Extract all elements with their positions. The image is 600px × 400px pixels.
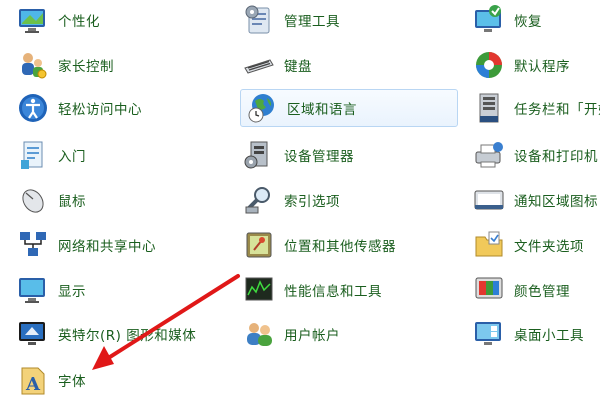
item-label: 任务栏和「开始 bbox=[514, 102, 600, 118]
item-admin-tools[interactable]: 管理工具 bbox=[226, 1, 456, 39]
taskbar-start-icon bbox=[479, 93, 499, 123]
item-folder-options[interactable]: 文件夹选项 bbox=[456, 226, 600, 264]
color-management-icon bbox=[475, 277, 503, 299]
item-region-language[interactable]: 区域和语言 bbox=[240, 89, 458, 127]
personalization-icon bbox=[19, 9, 45, 33]
getting-started-icon bbox=[21, 141, 43, 169]
item-label: 英特尔(R) 图形和媒体 bbox=[58, 328, 197, 344]
indexing-options-icon bbox=[245, 187, 270, 214]
item-user-accounts[interactable]: 用户帐户 bbox=[226, 315, 456, 353]
folder-options-icon bbox=[475, 231, 503, 257]
intel-graphics-icon bbox=[19, 322, 45, 345]
item-ease-of-access[interactable]: 轻松访问中心 bbox=[0, 89, 226, 127]
item-label: 设备和打印机 bbox=[514, 149, 598, 165]
item-default-programs[interactable]: 默认程序 bbox=[456, 46, 600, 84]
item-label: 用户帐户 bbox=[284, 328, 340, 344]
item-label: 鼠标 bbox=[58, 194, 86, 210]
item-location-sensors[interactable]: 位置和其他传感器 bbox=[226, 226, 456, 264]
item-label: 设备管理器 bbox=[284, 149, 354, 165]
item-fonts[interactable]: A 字体 bbox=[0, 361, 226, 399]
item-notification-area[interactable]: 通知区域图标 bbox=[456, 181, 600, 219]
item-label: 性能信息和工具 bbox=[284, 284, 382, 300]
item-label: 文件夹选项 bbox=[514, 239, 584, 255]
network-sharing-icon bbox=[20, 232, 46, 256]
devices-printers-icon bbox=[475, 142, 503, 168]
location-sensors-icon bbox=[246, 232, 272, 258]
fonts-icon: A bbox=[21, 367, 45, 395]
item-label: 入门 bbox=[58, 149, 86, 165]
item-label: 颜色管理 bbox=[514, 284, 570, 300]
item-label: 管理工具 bbox=[284, 14, 340, 30]
item-label: 字体 bbox=[58, 374, 86, 390]
notification-area-icon bbox=[474, 190, 504, 210]
item-color-management[interactable]: 颜色管理 bbox=[456, 271, 600, 309]
item-label: 恢复 bbox=[514, 14, 542, 30]
item-indexing-options[interactable]: 索引选项 bbox=[226, 181, 456, 219]
mouse-icon bbox=[22, 189, 44, 213]
parental-controls-icon bbox=[22, 53, 47, 79]
item-display[interactable]: 显示 bbox=[0, 271, 226, 309]
item-mouse[interactable]: 鼠标 bbox=[0, 181, 226, 219]
svg-text:A: A bbox=[25, 374, 41, 395]
desktop-gadgets-icon bbox=[475, 322, 501, 345]
item-intel-graphics[interactable]: 英特尔(R) 图形和媒体 bbox=[0, 315, 226, 353]
keyboard-icon bbox=[244, 59, 274, 74]
item-keyboard[interactable]: 键盘 bbox=[226, 46, 456, 84]
item-label: 家长控制 bbox=[58, 59, 114, 75]
item-label: 网络和共享中心 bbox=[58, 239, 156, 255]
item-label: 通知区域图标 bbox=[514, 194, 598, 210]
item-getting-started[interactable]: 入门 bbox=[0, 136, 226, 174]
admin-tools-icon bbox=[245, 5, 270, 34]
item-label: 区域和语言 bbox=[287, 102, 357, 118]
item-personalization[interactable]: 个性化 bbox=[0, 1, 226, 39]
default-programs-icon bbox=[476, 52, 502, 78]
performance-icon bbox=[245, 277, 273, 301]
item-label: 位置和其他传感器 bbox=[284, 239, 396, 255]
region-language-icon bbox=[248, 94, 274, 123]
item-label: 默认程序 bbox=[514, 59, 570, 75]
device-manager-icon bbox=[244, 141, 268, 169]
control-panel-grid: 个性化 管理工具 恢复 家长控制 键盘 默认程序 轻松访问中心 区域和语言 任务… bbox=[0, 0, 600, 400]
item-label: 索引选项 bbox=[284, 194, 340, 210]
display-icon bbox=[19, 278, 45, 303]
recovery-icon bbox=[475, 5, 501, 32]
ease-of-access-icon bbox=[19, 94, 47, 122]
item-parental-controls[interactable]: 家长控制 bbox=[0, 46, 226, 84]
item-devices-printers[interactable]: 设备和打印机 bbox=[456, 136, 600, 174]
user-accounts-icon bbox=[247, 323, 272, 346]
item-label: 键盘 bbox=[284, 59, 312, 75]
item-label: 个性化 bbox=[58, 14, 100, 30]
item-performance[interactable]: 性能信息和工具 bbox=[226, 271, 456, 309]
item-desktop-gadgets[interactable]: 桌面小工具 bbox=[456, 315, 600, 353]
item-label: 桌面小工具 bbox=[514, 328, 584, 344]
item-network-sharing[interactable]: 网络和共享中心 bbox=[0, 226, 226, 264]
item-device-manager[interactable]: 设备管理器 bbox=[226, 136, 456, 174]
item-recovery[interactable]: 恢复 bbox=[456, 1, 600, 39]
item-taskbar-start[interactable]: 任务栏和「开始 bbox=[456, 89, 600, 127]
item-label: 轻松访问中心 bbox=[58, 102, 142, 118]
item-label: 显示 bbox=[58, 284, 86, 300]
